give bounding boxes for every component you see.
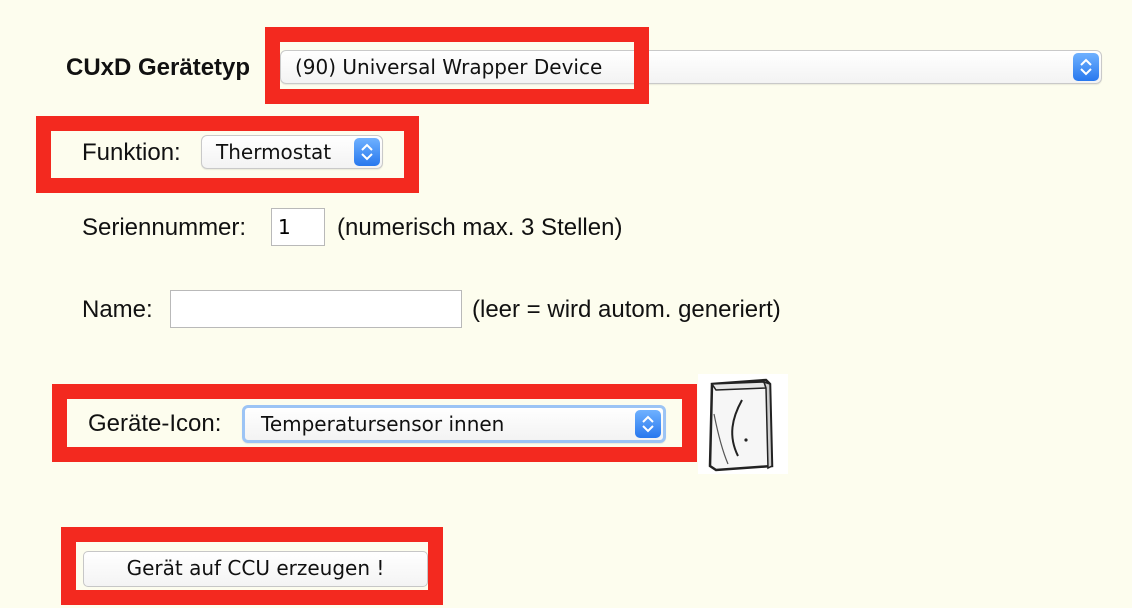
name-label: Name: xyxy=(82,296,153,323)
serial-hint: (numerisch max. 3 Stellen) xyxy=(337,214,623,241)
highlight-box-device-icon xyxy=(52,384,697,462)
temperature-sensor-device-icon xyxy=(698,374,788,474)
highlight-box-create-button xyxy=(61,527,443,605)
chevron-updown-icon xyxy=(1073,53,1099,81)
highlight-box-device-type xyxy=(265,27,649,104)
name-input[interactable] xyxy=(170,290,462,328)
serial-label: Seriennummer: xyxy=(82,214,247,241)
highlight-box-function xyxy=(36,116,419,193)
serial-input[interactable] xyxy=(271,208,325,246)
name-hint: (leer = wird autom. generiert) xyxy=(472,296,781,323)
device-type-label: CUxD Gerätetyp xyxy=(66,54,251,81)
